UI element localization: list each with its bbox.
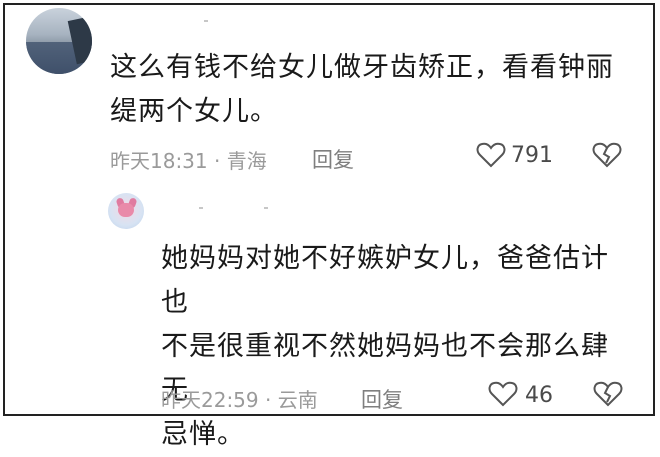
comment-meta: 昨天18:31 · 青海 bbox=[110, 145, 267, 174]
username-placeholder bbox=[199, 207, 203, 209]
comment-text: 她妈妈对她不好嫉妒女儿，爸爸估计也 不是很重视不然她妈妈也不会那么肆无 忌惮。 bbox=[161, 237, 631, 457]
comment-line: 忌惮。 bbox=[161, 419, 245, 450]
comment-line: 缇两个女儿。 bbox=[110, 96, 278, 127]
reply-button[interactable]: 回复 bbox=[361, 384, 403, 414]
comment-meta: 昨天22:59 · 云南 bbox=[161, 384, 318, 413]
comment-time: 昨天18:31 bbox=[110, 149, 208, 173]
comment-location: 云南 bbox=[277, 388, 318, 412]
meta-separator: · bbox=[265, 388, 272, 412]
username-placeholder bbox=[204, 20, 208, 22]
username-placeholder bbox=[264, 207, 268, 209]
comment-line: 这么有钱不给女儿做牙齿矫正，看看钟丽 bbox=[110, 52, 614, 83]
heart-outline-icon[interactable] bbox=[476, 141, 506, 169]
like-count: 791 bbox=[511, 143, 553, 168]
comment-text: 这么有钱不给女儿做牙齿矫正，看看钟丽 缇两个女儿。 bbox=[110, 46, 630, 134]
broken-heart-outline-icon[interactable] bbox=[592, 141, 622, 169]
heart-outline-icon[interactable] bbox=[488, 380, 518, 408]
reply-button[interactable]: 回复 bbox=[312, 144, 354, 174]
user-avatar[interactable] bbox=[108, 193, 144, 229]
comment-location: 青海 bbox=[226, 149, 267, 173]
broken-heart-outline-icon[interactable] bbox=[593, 380, 623, 408]
like-count: 46 bbox=[525, 383, 553, 408]
user-avatar[interactable] bbox=[26, 8, 92, 74]
meta-separator: · bbox=[214, 149, 221, 173]
comment-line: 她妈妈对她不好嫉妒女儿，爸爸估计也 bbox=[161, 243, 609, 318]
comment-time: 昨天22:59 bbox=[161, 388, 259, 412]
